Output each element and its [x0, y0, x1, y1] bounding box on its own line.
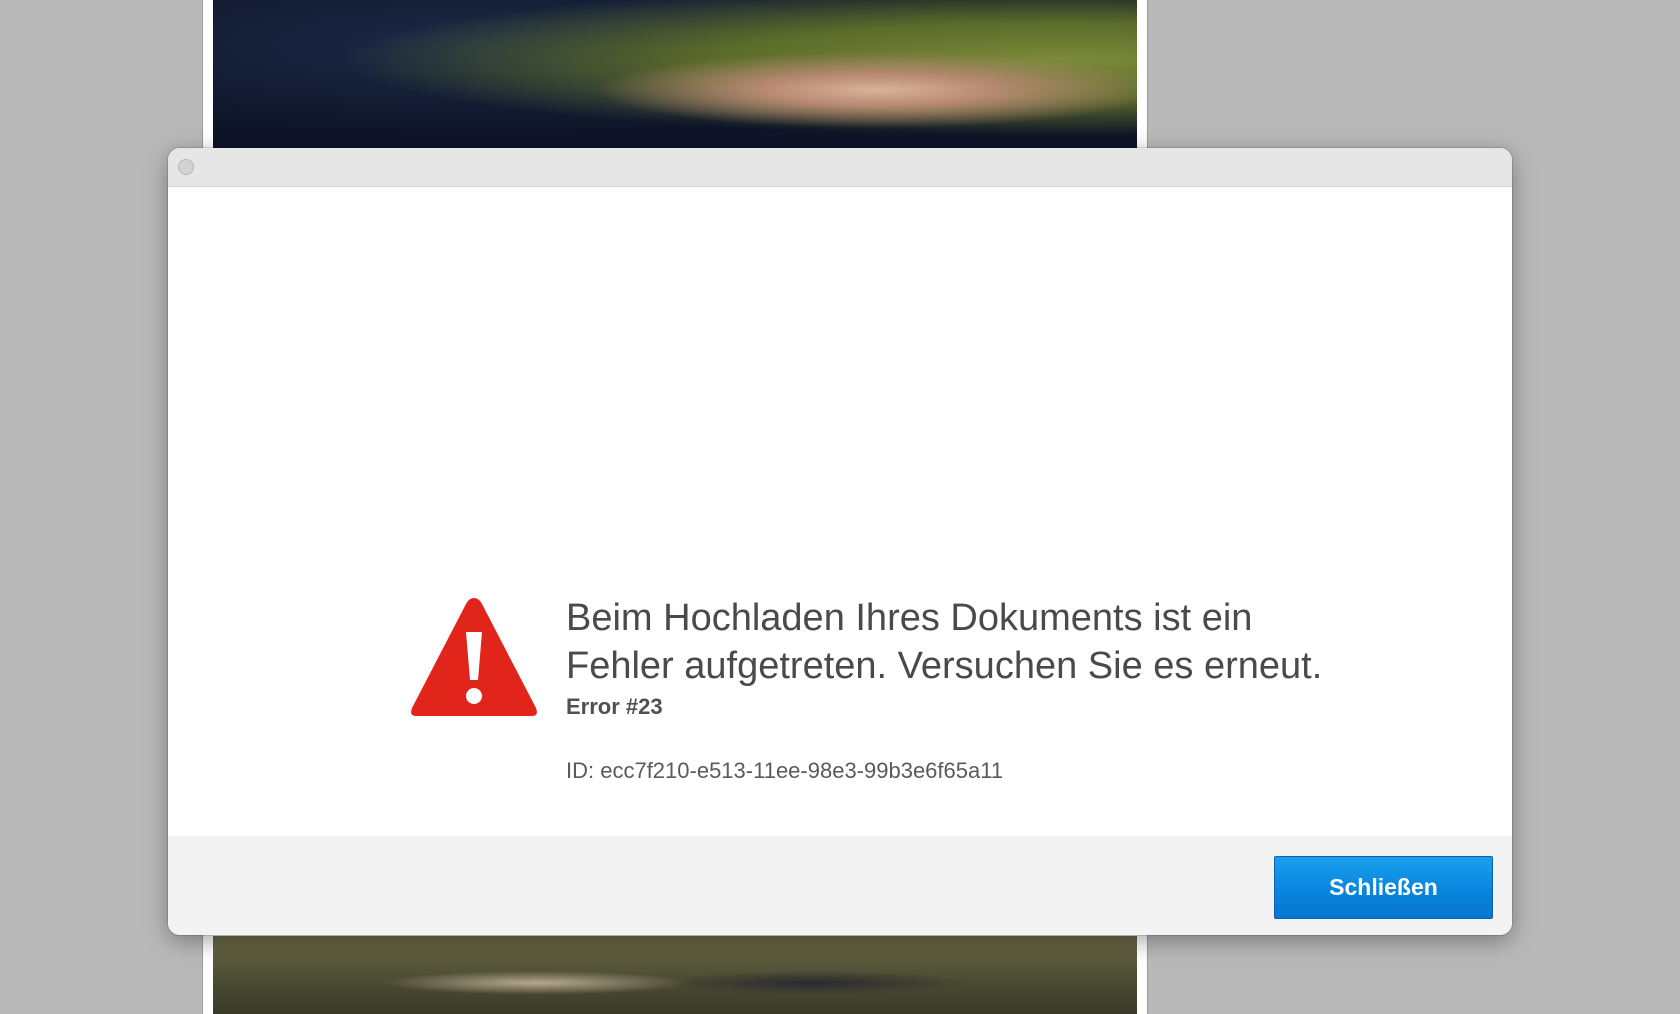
- dialog-content: Beim Hochladen Ihres Dokuments ist ein F…: [168, 187, 1512, 836]
- error-code: Error #23: [566, 694, 663, 719]
- warning-triangle-icon: [411, 598, 537, 716]
- background-photo-top: [213, 0, 1137, 150]
- dialog-titlebar: [168, 148, 1512, 187]
- error-text-block: Beim Hochladen Ihres Dokuments ist ein F…: [566, 594, 1366, 784]
- error-headline: Beim Hochladen Ihres Dokuments ist ein F…: [566, 597, 1323, 687]
- background-photo-bottom: [213, 936, 1137, 1014]
- desktop-background: Beim Hochladen Ihres Dokuments ist ein F…: [0, 0, 1680, 1014]
- window-close-control[interactable]: [178, 159, 194, 175]
- error-id: ID: ecc7f210-e513-11ee-98e3-99b3e6f65a11: [566, 758, 1004, 783]
- dialog-footer: Schließen: [168, 836, 1512, 935]
- close-button[interactable]: Schließen: [1274, 856, 1493, 919]
- error-dialog: Beim Hochladen Ihres Dokuments ist ein F…: [168, 148, 1512, 935]
